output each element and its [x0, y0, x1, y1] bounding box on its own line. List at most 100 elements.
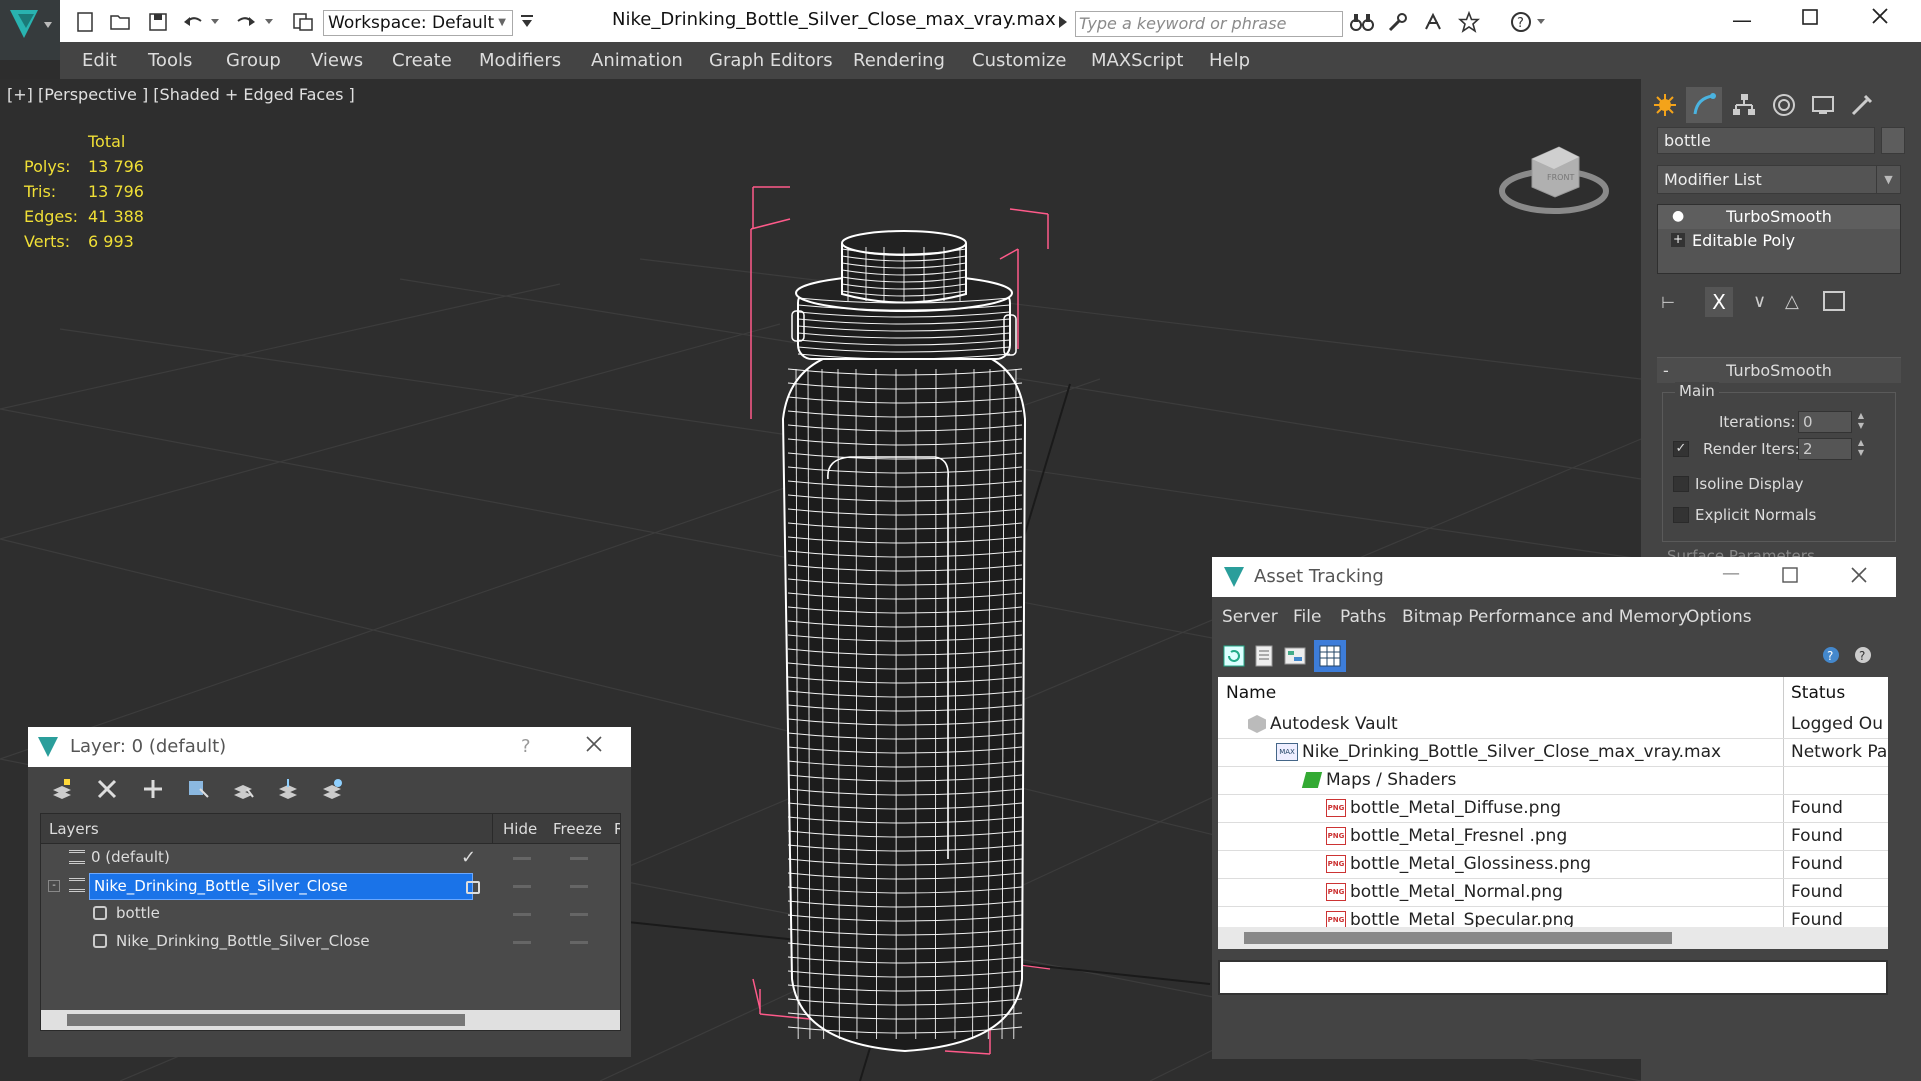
- object-color-swatch[interactable]: [1881, 127, 1905, 154]
- freeze-toggle[interactable]: [570, 913, 588, 916]
- asset-menu-bitmap-performance[interactable]: Bitmap Performance and Memory: [1402, 607, 1688, 627]
- menu-animation[interactable]: Animation: [591, 50, 683, 71]
- current-layer-check-icon[interactable]: ✓: [461, 847, 476, 868]
- menu-modifiers[interactable]: Modifiers: [479, 50, 561, 71]
- horizontal-scrollbar[interactable]: [41, 1010, 620, 1030]
- asset-row[interactable]: MAX Nike_Drinking_Bottle_Silver_Close_ma…: [1218, 739, 1888, 767]
- search-input[interactable]: Type a keyword or phrase: [1075, 11, 1343, 37]
- utilities-tab-icon[interactable]: [1844, 87, 1880, 123]
- menu-edit[interactable]: Edit: [82, 50, 117, 71]
- asset-row[interactable]: PNG bottle_Metal_Normal.png Found: [1218, 879, 1888, 907]
- delete-icon[interactable]: [95, 777, 119, 801]
- column-header-status[interactable]: Status: [1791, 683, 1845, 703]
- stack-item-turbosmooth[interactable]: ● TurboSmooth: [1658, 205, 1900, 229]
- menu-customize[interactable]: Customize: [972, 50, 1066, 71]
- iterations-spinner[interactable]: 0: [1798, 411, 1852, 433]
- asset-row[interactable]: PNG bottle_Metal_Fresnel .png Found: [1218, 823, 1888, 851]
- list-view-icon[interactable]: [1252, 644, 1276, 668]
- menu-maxscript[interactable]: MAXScript: [1091, 50, 1183, 71]
- asset-path-field[interactable]: [1218, 960, 1888, 995]
- close-icon[interactable]: [584, 734, 604, 759]
- add-selected-icon[interactable]: [141, 777, 165, 801]
- render-iters-checkbox[interactable]: ✓: [1673, 441, 1689, 457]
- refresh-icon[interactable]: [1222, 644, 1246, 668]
- make-unique-icon[interactable]: ∨: [1753, 291, 1766, 312]
- asset-row[interactable]: Autodesk Vault Logged Ou: [1218, 711, 1888, 739]
- stack-item-editable-poly[interactable]: + Editable Poly: [1658, 229, 1900, 253]
- vault-help-icon[interactable]: ?: [1820, 644, 1844, 668]
- select-layer-icon[interactable]: [231, 777, 255, 801]
- scrollbar-thumb[interactable]: [1244, 932, 1672, 944]
- turbosmooth-rollout-header[interactable]: - TurboSmooth: [1657, 357, 1901, 383]
- motion-tab-icon[interactable]: [1766, 87, 1802, 123]
- minimize-icon[interactable]: —: [1722, 563, 1740, 584]
- workspace-menu-icon[interactable]: [516, 11, 538, 33]
- modify-tab-icon[interactable]: [1686, 87, 1722, 123]
- asset-menu-file[interactable]: File: [1293, 607, 1321, 627]
- menu-views[interactable]: Views: [311, 50, 363, 71]
- search-expand-icon[interactable]: [1055, 11, 1071, 33]
- favorites-star-icon[interactable]: [1456, 11, 1482, 33]
- tools-icon[interactable]: [1385, 11, 1411, 33]
- expand-plus-icon[interactable]: +: [1671, 233, 1685, 247]
- help-icon[interactable]: ?: [1508, 11, 1534, 33]
- menu-help[interactable]: Help: [1209, 50, 1250, 71]
- viewport-label[interactable]: [+] [Perspective ] [Shaded + Edged Faces…: [7, 85, 355, 104]
- freeze-toggle[interactable]: [570, 857, 588, 860]
- communication-icon[interactable]: [1420, 11, 1446, 33]
- asset-menu-paths[interactable]: Paths: [1340, 607, 1386, 627]
- menu-tools[interactable]: Tools: [148, 50, 192, 71]
- layer-row[interactable]: Nike_Drinking_Bottle_Silver_Close: [41, 928, 620, 956]
- app-logo-icon[interactable]: [0, 0, 60, 60]
- column-header-render[interactable]: R: [614, 820, 620, 838]
- remove-modifier-icon[interactable]: △: [1785, 291, 1799, 312]
- layer-row[interactable]: bottle: [41, 900, 620, 928]
- open-file-icon[interactable]: [108, 11, 134, 33]
- spinner-arrows-icon[interactable]: ▲ ▼: [1854, 411, 1868, 433]
- close-icon[interactable]: [1870, 6, 1890, 31]
- new-layer-icon[interactable]: [50, 777, 74, 801]
- hierarchy-tab-icon[interactable]: [1726, 87, 1762, 123]
- display-tab-icon[interactable]: [1805, 87, 1841, 123]
- undo-icon[interactable]: [180, 11, 206, 33]
- object-name-field[interactable]: bottle: [1657, 127, 1875, 154]
- current-layer-indicator-icon[interactable]: [466, 881, 480, 894]
- set-current-layer-icon[interactable]: [276, 777, 300, 801]
- hide-toggle[interactable]: [513, 857, 531, 860]
- redo-dropdown-icon[interactable]: [262, 11, 276, 33]
- menu-graph-editors[interactable]: Graph Editors: [709, 50, 833, 71]
- column-header-freeze[interactable]: Freeze: [553, 820, 602, 838]
- minimize-icon[interactable]: —: [1732, 8, 1752, 32]
- redo-icon[interactable]: [233, 11, 259, 33]
- hide-toggle[interactable]: [513, 941, 531, 944]
- explicit-normals-checkbox[interactable]: [1673, 507, 1689, 523]
- collapse-minus-icon[interactable]: -: [48, 880, 60, 892]
- hide-toggle[interactable]: [513, 913, 531, 916]
- freeze-toggle[interactable]: [570, 885, 588, 888]
- layer-row[interactable]: - Nike_Drinking_Bottle_Silver_Close: [41, 872, 620, 900]
- layer-properties-icon[interactable]: [320, 777, 344, 801]
- pin-stack-icon[interactable]: ⊢: [1661, 293, 1675, 312]
- column-header-hide[interactable]: Hide: [503, 820, 537, 838]
- maximize-icon[interactable]: [1801, 7, 1819, 31]
- undo-dropdown-icon[interactable]: [208, 11, 222, 33]
- project-folder-icon[interactable]: [290, 11, 316, 33]
- viewcube[interactable]: FRONT: [1497, 129, 1612, 219]
- layer-row[interactable]: 0 (default) ✓: [41, 844, 620, 872]
- help-icon[interactable]: ?: [1852, 644, 1876, 668]
- scrollbar-thumb[interactable]: [67, 1014, 465, 1026]
- horizontal-scrollbar[interactable]: [1218, 927, 1888, 949]
- asset-row[interactable]: PNG bottle_Metal_Diffuse.png Found: [1218, 795, 1888, 823]
- menu-rendering[interactable]: Rendering: [853, 50, 945, 71]
- menu-group[interactable]: Group: [226, 50, 281, 71]
- maximize-icon[interactable]: [1782, 567, 1798, 588]
- menu-create[interactable]: Create: [392, 50, 452, 71]
- column-header-name[interactable]: Name: [1226, 683, 1276, 703]
- asset-menu-options[interactable]: Options: [1686, 607, 1752, 627]
- modifier-list-dropdown[interactable]: Modifier List ▼: [1657, 165, 1901, 194]
- binoculars-icon[interactable]: [1349, 11, 1375, 33]
- isoline-display-checkbox[interactable]: [1673, 476, 1689, 492]
- asset-menu-server[interactable]: Server: [1222, 607, 1278, 627]
- workspace-dropdown[interactable]: Workspace: Default ▼: [323, 10, 513, 36]
- column-header-layers[interactable]: Layers: [49, 820, 99, 838]
